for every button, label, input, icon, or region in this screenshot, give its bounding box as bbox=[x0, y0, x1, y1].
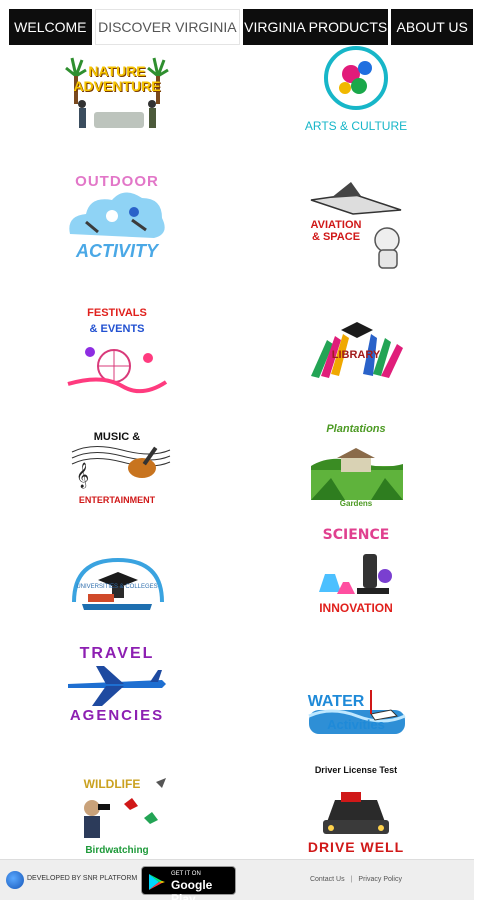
nature-title-line2: ADVENTURE bbox=[73, 77, 161, 94]
outdoor-title-line1: OUTDOOR bbox=[75, 173, 159, 190]
category-outdoor-activity[interactable]: OUTDOOR ACTIVITY bbox=[62, 172, 172, 272]
category-aviation-space[interactable]: AVIATION & SPACE bbox=[301, 174, 411, 274]
drive-title-line1: Driver License Test bbox=[314, 765, 398, 775]
contact-us-link[interactable]: Contact Us bbox=[310, 876, 345, 883]
category-science-innovation[interactable]: SCIENCE INNOVATION bbox=[301, 524, 411, 624]
outdoor-title-line2: ACTIVITY bbox=[75, 241, 158, 261]
tab-about-us[interactable]: ABOUT US bbox=[391, 9, 473, 45]
drive-title-line2: DRIVE WELL bbox=[307, 839, 405, 855]
nature-title-line1: NATURE bbox=[88, 63, 146, 79]
water-title-line2: Activities bbox=[327, 717, 385, 732]
google-play-badge[interactable]: GET IT ON Google Play bbox=[141, 866, 236, 900]
music-title-line1: MUSIC & bbox=[93, 431, 141, 443]
category-wildlife-birdwatching[interactable]: WILDLIFE Birdwatching bbox=[62, 762, 172, 862]
category-travel-agencies[interactable]: TRAVEL AGENCIES bbox=[62, 642, 172, 742]
category-grid: NATURE ADVENTURE ARTS & CULTURE OUTDOOR … bbox=[0, 42, 482, 856]
universities-title: UNIVERSITIES & COLLEGES bbox=[76, 584, 158, 590]
footer: DEVELOPED BY SNR PLATFORM GET IT ON Goog… bbox=[0, 859, 474, 900]
category-water-activities[interactable]: WATER Activities bbox=[301, 650, 411, 750]
svg-text:𝄞: 𝄞 bbox=[76, 462, 89, 488]
travel-title-line1: TRAVEL bbox=[79, 645, 155, 662]
category-festivals-events[interactable]: FESTIVALS & EVENTS bbox=[62, 302, 172, 402]
arts-culture-title: ARTS & CULTURE bbox=[304, 119, 408, 133]
google-play-icon bbox=[149, 874, 165, 890]
festivals-title-line1: FESTIVALS bbox=[87, 307, 147, 319]
science-title-line1: SCIENCE bbox=[322, 527, 390, 543]
privacy-policy-link[interactable]: Privacy Policy bbox=[358, 876, 402, 883]
google-play-label: Google Play bbox=[171, 878, 213, 900]
water-title-line1: WATER bbox=[307, 693, 365, 710]
category-music-entertainment[interactable]: 𝄞 MUSIC & ENTERTAINMENT bbox=[62, 422, 172, 522]
category-arts-culture[interactable]: ARTS & CULTURE bbox=[301, 44, 411, 144]
category-universities-colleges[interactable]: UNIVERSITIES & COLLEGES bbox=[62, 536, 172, 636]
developer-logo-icon bbox=[6, 871, 24, 889]
google-play-get-it-on: GET IT ON bbox=[171, 871, 201, 877]
music-title-line2: ENTERTAINMENT bbox=[78, 495, 156, 505]
nature-adventure-icon bbox=[65, 57, 169, 128]
plantations-title-line2: Gardens bbox=[339, 499, 373, 508]
travel-title-line2: AGENCIES bbox=[69, 707, 165, 724]
festivals-title-line2: & EVENTS bbox=[89, 323, 145, 335]
library-title: LIBRARY bbox=[331, 349, 381, 361]
category-plantations-gardens[interactable]: Plantations Gardens bbox=[301, 418, 411, 518]
science-title-line2: INNOVATION bbox=[319, 601, 393, 615]
developer-credit: DEVELOPED BY SNR PLATFORM bbox=[27, 875, 138, 882]
category-library[interactable]: LIBRARY bbox=[301, 306, 411, 406]
tab-discover-virginia[interactable]: DISCOVER VIRGINIA bbox=[94, 9, 240, 45]
top-navigation: WELCOME DISCOVER VIRGINIA VIRGINIA PRODU… bbox=[9, 9, 473, 45]
aviation-title-line2: & SPACE bbox=[311, 230, 361, 243]
tab-welcome[interactable]: WELCOME bbox=[9, 9, 92, 45]
wildlife-title-line2: Birdwatching bbox=[85, 845, 149, 856]
tab-virginia-products[interactable]: VIRGINIA PRODUCTS bbox=[243, 9, 389, 45]
footer-link-separator: | bbox=[350, 876, 353, 883]
plantations-title-line1: Plantations bbox=[326, 423, 386, 435]
wildlife-title-line1: WILDLIFE bbox=[83, 777, 141, 791]
footer-links: Contact Us | Privacy Policy bbox=[310, 876, 402, 883]
aviation-title-line1: AVIATION bbox=[310, 219, 362, 231]
category-nature-adventure[interactable]: NATURE ADVENTURE bbox=[62, 46, 172, 146]
category-drive-well[interactable]: Driver License Test DRIVE WELL bbox=[301, 762, 411, 862]
